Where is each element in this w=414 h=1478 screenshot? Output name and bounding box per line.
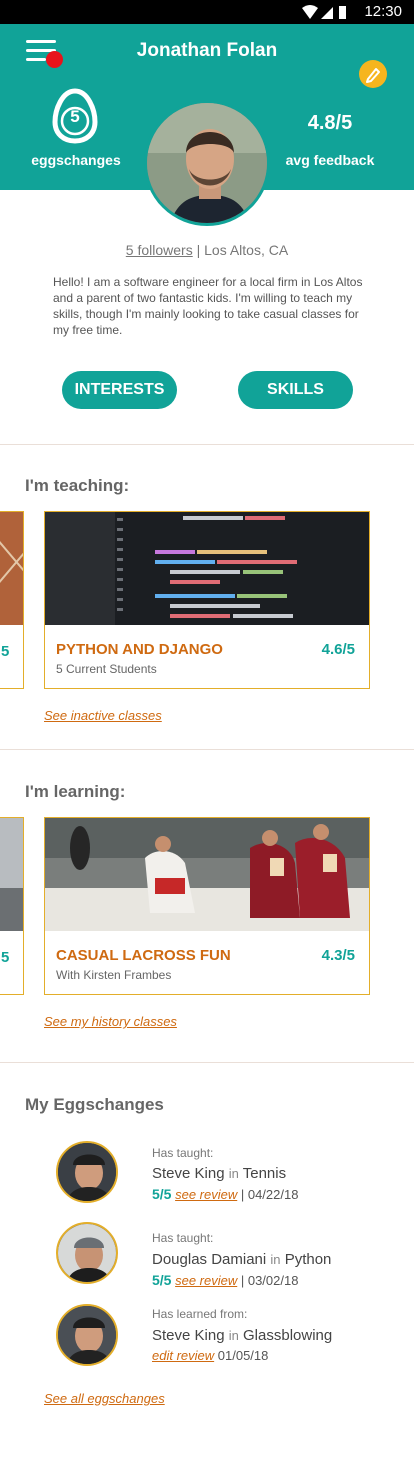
edit-profile-button[interactable]: [359, 60, 387, 88]
separator: |: [196, 242, 205, 258]
see-history-classes-link[interactable]: See my history classes: [44, 1014, 177, 1029]
see-review-link[interactable]: see review: [175, 1273, 237, 1288]
person-name: Steve King: [152, 1327, 225, 1344]
avg-feedback-value: 4.8/5: [307, 112, 353, 134]
person-name: Steve King: [152, 1165, 225, 1182]
class-subtitle: With Kirsten Frambes: [56, 968, 172, 982]
learning-class-card[interactable]: CASUAL LACROSS FUN 4.3/5 With Kirsten Fr…: [44, 817, 370, 995]
avatar[interactable]: [56, 1222, 118, 1284]
avatar-photo: [58, 1143, 116, 1201]
wifi-icon: [302, 5, 318, 19]
signal-icon: [321, 7, 333, 19]
bio-text: Hello! I am a software engineer for a lo…: [53, 275, 363, 337]
in-word: in: [228, 1328, 239, 1343]
profile-photo: [147, 103, 267, 223]
class-image: [0, 818, 23, 931]
teaching-class-card[interactable]: PYTHON AND DJANGO 4.6/5 5 Current Studen…: [44, 511, 370, 689]
eggschanges-heading: My Eggschanges: [25, 1095, 164, 1114]
score: 5/5: [152, 1272, 172, 1288]
class-title: CASUAL LACROSS FUN: [56, 947, 231, 964]
eggschange-meta: 5/5 see review | 03/02/18: [152, 1272, 298, 1288]
date: | 03/02/18: [240, 1273, 299, 1288]
divider: [0, 1062, 414, 1063]
teaching-heading: I'm teaching:: [25, 476, 130, 495]
avatar-photo: [58, 1224, 116, 1282]
class-image: [45, 818, 369, 931]
class-image: [45, 512, 369, 625]
teaching-card-partial[interactable]: 5: [0, 511, 24, 689]
status-bar: 12:30: [0, 0, 414, 24]
eggschange-person: Douglas Damiani in Python: [152, 1251, 331, 1268]
class-rating: 4.3/5: [321, 947, 355, 964]
person-name: Douglas Damiani: [152, 1251, 267, 1268]
see-all-eggschanges-link[interactable]: See all eggschanges: [44, 1391, 165, 1406]
partial-rating: 5: [1, 949, 10, 966]
location: Los Altos, CA: [204, 242, 289, 258]
followers-location: 5 followers | Los Altos, CA: [0, 242, 414, 258]
profile-avatar[interactable]: [144, 100, 270, 226]
skills-button[interactable]: SKILLS: [238, 371, 353, 409]
class-title: PYTHON AND DJANGO: [56, 641, 223, 658]
skyline-image: [0, 818, 23, 931]
eggschange-meta: edit review 01/05/18: [152, 1348, 268, 1363]
learning-card-partial[interactable]: 5: [0, 817, 24, 995]
followers-link[interactable]: 5 followers: [126, 242, 193, 258]
interests-button[interactable]: INTERESTS: [62, 371, 177, 409]
avatar[interactable]: [56, 1304, 118, 1366]
class-subtitle: 5 Current Students: [56, 662, 157, 676]
clock: 12:30: [364, 3, 402, 20]
eggschange-meta: 5/5 see review | 04/22/18: [152, 1186, 298, 1202]
see-inactive-classes-link[interactable]: See inactive classes: [44, 708, 162, 723]
avg-feedback-label: avg feedback: [285, 152, 375, 168]
subject: Glassblowing: [243, 1327, 333, 1344]
eggschanges-label: eggschanges: [31, 152, 121, 168]
eggschange-action: Has taught:: [152, 1146, 214, 1160]
status-icons: [302, 5, 346, 19]
lacrosse-photo-image: [45, 818, 369, 931]
date: 01/05/18: [217, 1348, 269, 1363]
score: 5/5: [152, 1186, 172, 1202]
eggschange-person: Steve King in Glassblowing: [152, 1327, 332, 1344]
avatar[interactable]: [56, 1141, 118, 1203]
see-review-link[interactable]: see review: [175, 1187, 237, 1202]
divider: [0, 749, 414, 750]
subject: Python: [284, 1251, 332, 1268]
battery-icon: [339, 6, 346, 19]
subject: Tennis: [242, 1165, 287, 1182]
date: | 04/22/18: [240, 1187, 299, 1202]
eggschange-person: Steve King in Tennis: [152, 1165, 286, 1182]
in-word: in: [228, 1166, 239, 1181]
eggschanges-counter[interactable]: 5: [52, 88, 98, 144]
class-rating: 4.6/5: [321, 641, 355, 658]
tennis-court-image: [0, 512, 23, 625]
eggschange-action: Has learned from:: [152, 1307, 248, 1321]
pencil-icon: [366, 68, 380, 83]
avatar-photo: [58, 1306, 116, 1364]
page-title: Jonathan Folan: [136, 40, 278, 61]
class-image: [0, 512, 23, 625]
edit-review-link[interactable]: edit review: [152, 1348, 214, 1363]
eggschange-action: Has taught:: [152, 1231, 214, 1245]
in-word: in: [270, 1252, 281, 1267]
learning-heading: I'm learning:: [25, 782, 126, 801]
divider: [0, 444, 414, 445]
eggschanges-count: 5: [70, 107, 80, 126]
code-screenshot-image: [45, 512, 369, 625]
partial-rating: 5: [1, 643, 10, 660]
